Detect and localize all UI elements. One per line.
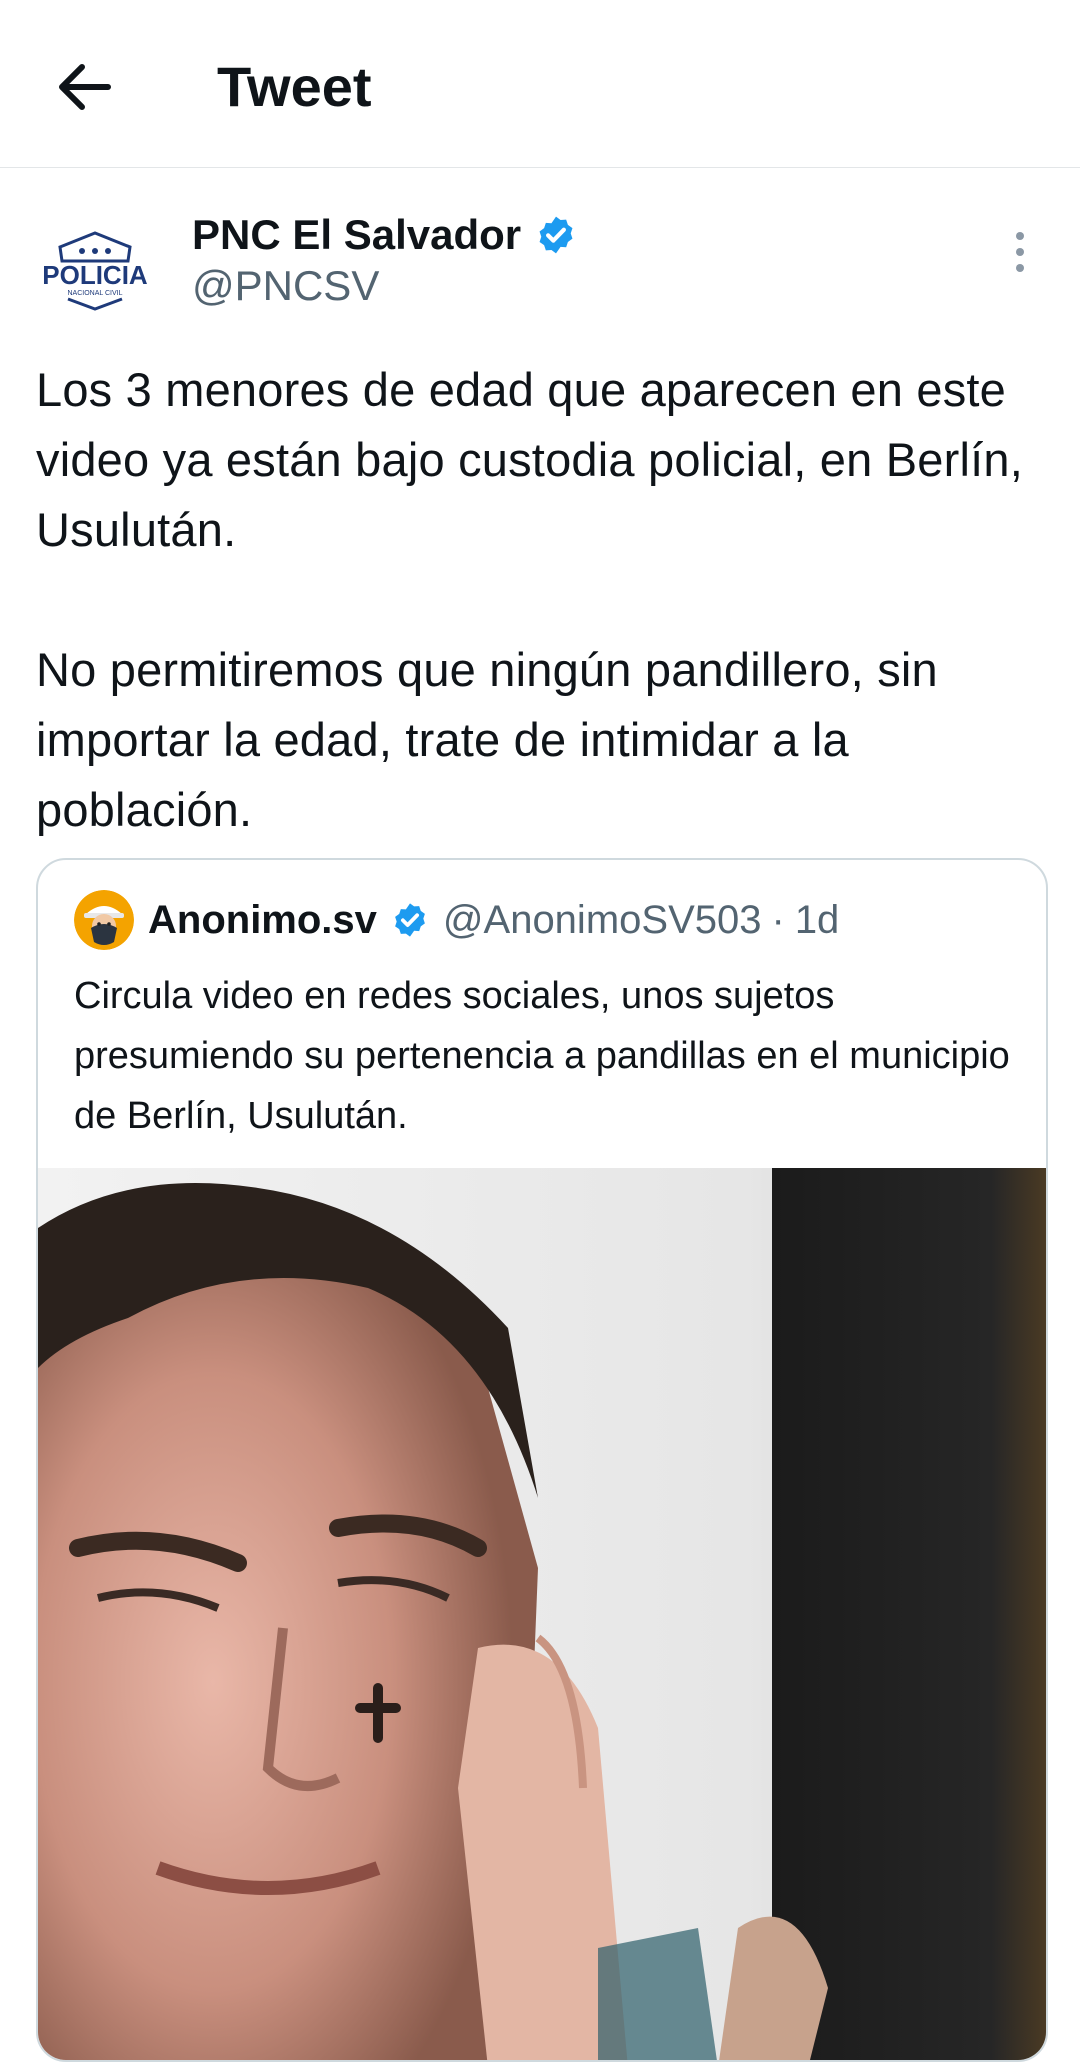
logo-subtext: NACIONAL CIVIL [68, 290, 123, 297]
top-bar: Tweet [0, 0, 1080, 168]
quoted-tweet-card[interactable]: Anonimo.sv @AnonimoSV503 · 1d Circula vi… [36, 858, 1048, 2062]
author-handle[interactable]: @PNCSV [192, 262, 379, 310]
page-title: Tweet [217, 55, 372, 118]
quoted-author-name: Anonimo.sv [148, 897, 377, 942]
police-logo: POLICIA NACIONAL CIVIL [42, 231, 148, 311]
logo-text: POLICIA [42, 260, 148, 290]
quoted-tweet-text: Circula video en redes sociales, unos su… [74, 975, 1010, 1137]
author-name: PNC El Salvador [192, 211, 522, 258]
quoted-author-avatar[interactable] [74, 890, 134, 950]
quoted-video-thumbnail[interactable] [38, 1168, 1046, 2060]
quoted-tweet-time: 1d [794, 897, 840, 942]
video-frame-image [38, 1168, 1046, 2060]
more-options-button[interactable] [1000, 228, 1040, 276]
more-vertical-icon [1016, 232, 1024, 272]
verified-badge-icon [395, 903, 425, 937]
quoted-tweet-header: Anonimo.sv @AnonimoSV503 · 1d [148, 888, 839, 952]
separator-dot: · [771, 897, 785, 942]
quoted-author-handle: @AnonimoSV503 [442, 897, 762, 942]
author-name-row[interactable]: PNC El Salvador [192, 208, 577, 262]
back-button[interactable] [50, 52, 120, 122]
verified-badge-icon [539, 216, 573, 254]
arrow-left-icon [59, 64, 111, 110]
tweet-text: Los 3 menores de edad que aparecen en es… [36, 363, 1023, 836]
author-avatar[interactable]: POLICIA NACIONAL CIVIL [30, 205, 160, 335]
masked-face-avatar-icon [74, 890, 134, 950]
